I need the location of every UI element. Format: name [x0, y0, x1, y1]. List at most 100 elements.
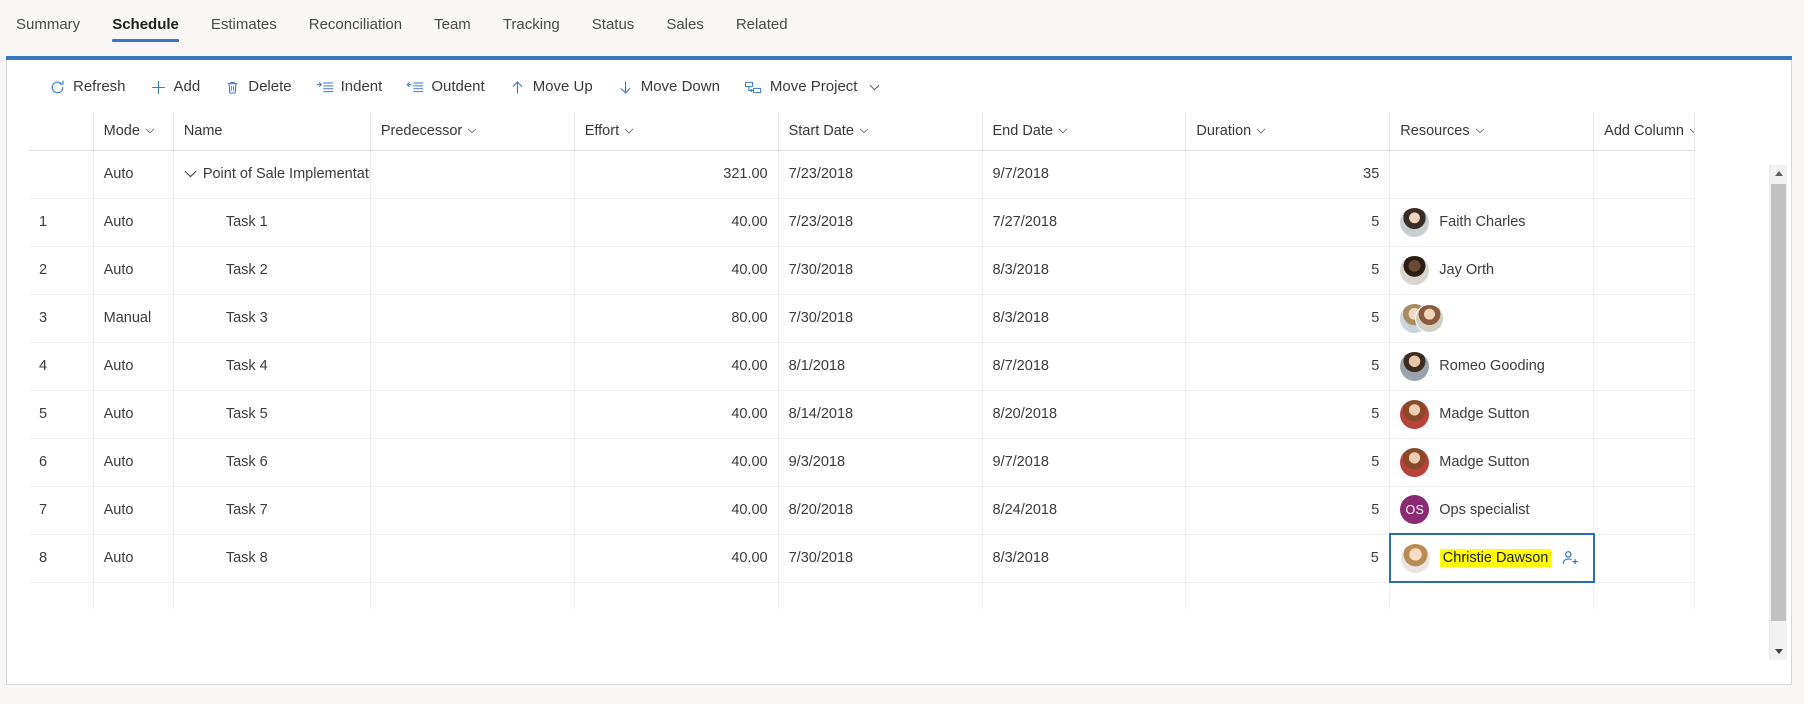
add-column-cell[interactable]	[1593, 342, 1695, 391]
effort-cell[interactable]: 40.00	[574, 486, 779, 535]
start-date-cell[interactable]: 7/23/2018	[778, 198, 983, 247]
effort-cell[interactable]: 80.00	[574, 294, 779, 343]
duration-cell[interactable]: 5	[1185, 294, 1391, 343]
table-row[interactable]: 8 Auto Task 8 40.00 7/30/2018 8/3/2018 5 Christ…	[29, 533, 1695, 583]
end-date-cell[interactable]: 7/27/2018	[982, 198, 1187, 247]
tab-sales[interactable]: Sales	[650, 0, 720, 36]
scroll-up-button[interactable]	[1770, 165, 1787, 182]
task-name-cell[interactable]: Task 4	[173, 342, 371, 391]
task-mode-cell[interactable]: Auto	[93, 390, 174, 439]
column-header-start_date[interactable]: Start Date	[778, 112, 983, 151]
resources-cell[interactable]: Jay Orth	[1389, 246, 1595, 295]
duration-cell[interactable]: 5	[1185, 198, 1391, 247]
predecessor-cell[interactable]	[370, 438, 575, 487]
table-row[interactable]: 5 Auto Task 5 40.00 8/14/2018 8/20/2018 5 Madge…	[29, 390, 1695, 439]
move-project-button[interactable]: Move Project	[734, 73, 891, 101]
column-header-duration[interactable]: Duration	[1185, 112, 1391, 151]
task-mode-cell[interactable]: Auto	[93, 438, 174, 487]
empty-cell[interactable]	[982, 582, 1187, 609]
empty-cell[interactable]	[778, 582, 983, 609]
column-header-add_column[interactable]: Add Column	[1593, 112, 1695, 151]
empty-cell[interactable]	[1389, 582, 1595, 609]
start-date-cell[interactable]: 7/30/2018	[778, 534, 983, 583]
effort-cell[interactable]: 40.00	[574, 342, 779, 391]
add-column-cell[interactable]	[1593, 198, 1695, 247]
end-date-cell[interactable]: 8/3/2018	[982, 294, 1187, 343]
duration-cell[interactable]: 5	[1185, 534, 1391, 583]
tab-related[interactable]: Related	[720, 0, 804, 36]
table-row[interactable]: 7 Auto Task 7 40.00 8/20/2018 8/24/2018 5 OS Ops…	[29, 486, 1695, 535]
end-date-cell[interactable]: 8/3/2018	[982, 246, 1187, 295]
add-button[interactable]: Add	[140, 73, 211, 101]
move-down-button[interactable]: Move Down	[607, 73, 730, 101]
table-row[interactable]: 3 Manual Task 3 80.00 7/30/2018 8/3/2018 5	[29, 294, 1695, 343]
resources-cell[interactable]: Madge Sutton	[1389, 390, 1595, 439]
end-date-cell[interactable]: 9/7/2018	[982, 438, 1187, 487]
tab-schedule[interactable]: Schedule	[96, 0, 195, 42]
tab-reconciliation[interactable]: Reconciliation	[293, 0, 418, 36]
effort-cell[interactable]: 321.00	[574, 150, 779, 199]
end-date-cell[interactable]: 8/20/2018	[982, 390, 1187, 439]
add-resource-icon[interactable]	[1561, 549, 1583, 567]
add-column-cell[interactable]	[1593, 294, 1695, 343]
table-row[interactable]: 2 Auto Task 2 40.00 7/30/2018 8/3/2018 5 Jay Or…	[29, 246, 1695, 295]
start-date-cell[interactable]: 7/30/2018	[778, 294, 983, 343]
task-mode-cell[interactable]: Auto	[93, 534, 174, 583]
duration-cell[interactable]: 5	[1185, 438, 1391, 487]
predecessor-cell[interactable]	[370, 486, 575, 535]
tab-status[interactable]: Status	[576, 0, 651, 36]
resources-cell[interactable]	[1389, 150, 1595, 199]
table-row[interactable]	[29, 582, 1695, 609]
delete-button[interactable]: Delete	[214, 73, 301, 101]
task-name-cell[interactable]: Task 8	[173, 534, 371, 583]
empty-cell[interactable]	[1593, 582, 1695, 609]
effort-cell[interactable]: 40.00	[574, 438, 779, 487]
add-column-cell[interactable]	[1593, 438, 1695, 487]
task-mode-cell[interactable]: Auto	[93, 342, 174, 391]
table-row[interactable]: 1 Auto Task 1 40.00 7/23/2018 7/27/2018 5 Faith…	[29, 198, 1695, 247]
predecessor-cell[interactable]	[370, 150, 575, 199]
effort-cell[interactable]: 40.00	[574, 534, 779, 583]
empty-cell[interactable]	[574, 582, 779, 609]
effort-cell[interactable]: 40.00	[574, 246, 779, 295]
indent-button[interactable]: Indent	[306, 73, 393, 101]
task-name-cell[interactable]: Task 3	[173, 294, 371, 343]
refresh-button[interactable]: Refresh	[39, 73, 136, 101]
task-mode-cell[interactable]: Auto	[93, 150, 174, 199]
resources-cell[interactable]: Faith Charles	[1389, 198, 1595, 247]
task-name-cell[interactable]: Task 2	[173, 246, 371, 295]
tab-estimates[interactable]: Estimates	[195, 0, 293, 36]
column-header-resources[interactable]: Resources	[1389, 112, 1595, 151]
end-date-cell[interactable]: 8/24/2018	[982, 486, 1187, 535]
effort-cell[interactable]: 40.00	[574, 198, 779, 247]
task-name-cell[interactable]: Point of Sale Implementation	[173, 150, 371, 199]
task-mode-cell[interactable]: Auto	[93, 486, 174, 535]
empty-cell[interactable]	[93, 582, 174, 609]
column-header-mode[interactable]: Mode	[93, 112, 174, 151]
task-name-cell[interactable]: Task 7	[173, 486, 371, 535]
duration-cell[interactable]: 5	[1185, 486, 1391, 535]
add-column-cell[interactable]	[1593, 246, 1695, 295]
add-column-cell[interactable]	[1593, 150, 1695, 199]
outdent-button[interactable]: Outdent	[396, 73, 494, 101]
resources-cell[interactable]	[1389, 294, 1595, 343]
end-date-cell[interactable]: 8/7/2018	[982, 342, 1187, 391]
predecessor-cell[interactable]	[370, 246, 575, 295]
duration-cell[interactable]: 5	[1185, 342, 1391, 391]
predecessor-cell[interactable]	[370, 342, 575, 391]
predecessor-cell[interactable]	[370, 294, 575, 343]
start-date-cell[interactable]: 8/20/2018	[778, 486, 983, 535]
resources-cell[interactable]: Christie Dawson	[1388, 533, 1595, 583]
duration-cell[interactable]: 5	[1185, 246, 1391, 295]
table-row[interactable]: Auto Point of Sale Implementation 321.00 7/…	[29, 150, 1695, 199]
duration-cell[interactable]: 35	[1185, 150, 1391, 199]
task-mode-cell[interactable]: Auto	[93, 246, 174, 295]
start-date-cell[interactable]: 8/1/2018	[778, 342, 983, 391]
empty-cell[interactable]	[173, 582, 371, 609]
table-row[interactable]: 4 Auto Task 4 40.00 8/1/2018 8/7/2018 5 Romeo G…	[29, 342, 1695, 391]
tab-team[interactable]: Team	[418, 0, 487, 36]
table-row[interactable]: 6 Auto Task 6 40.00 9/3/2018 9/7/2018 5 Madge S…	[29, 438, 1695, 487]
column-header-end_date[interactable]: End Date	[982, 112, 1187, 151]
scroll-down-button[interactable]	[1770, 643, 1787, 660]
start-date-cell[interactable]: 8/14/2018	[778, 390, 983, 439]
